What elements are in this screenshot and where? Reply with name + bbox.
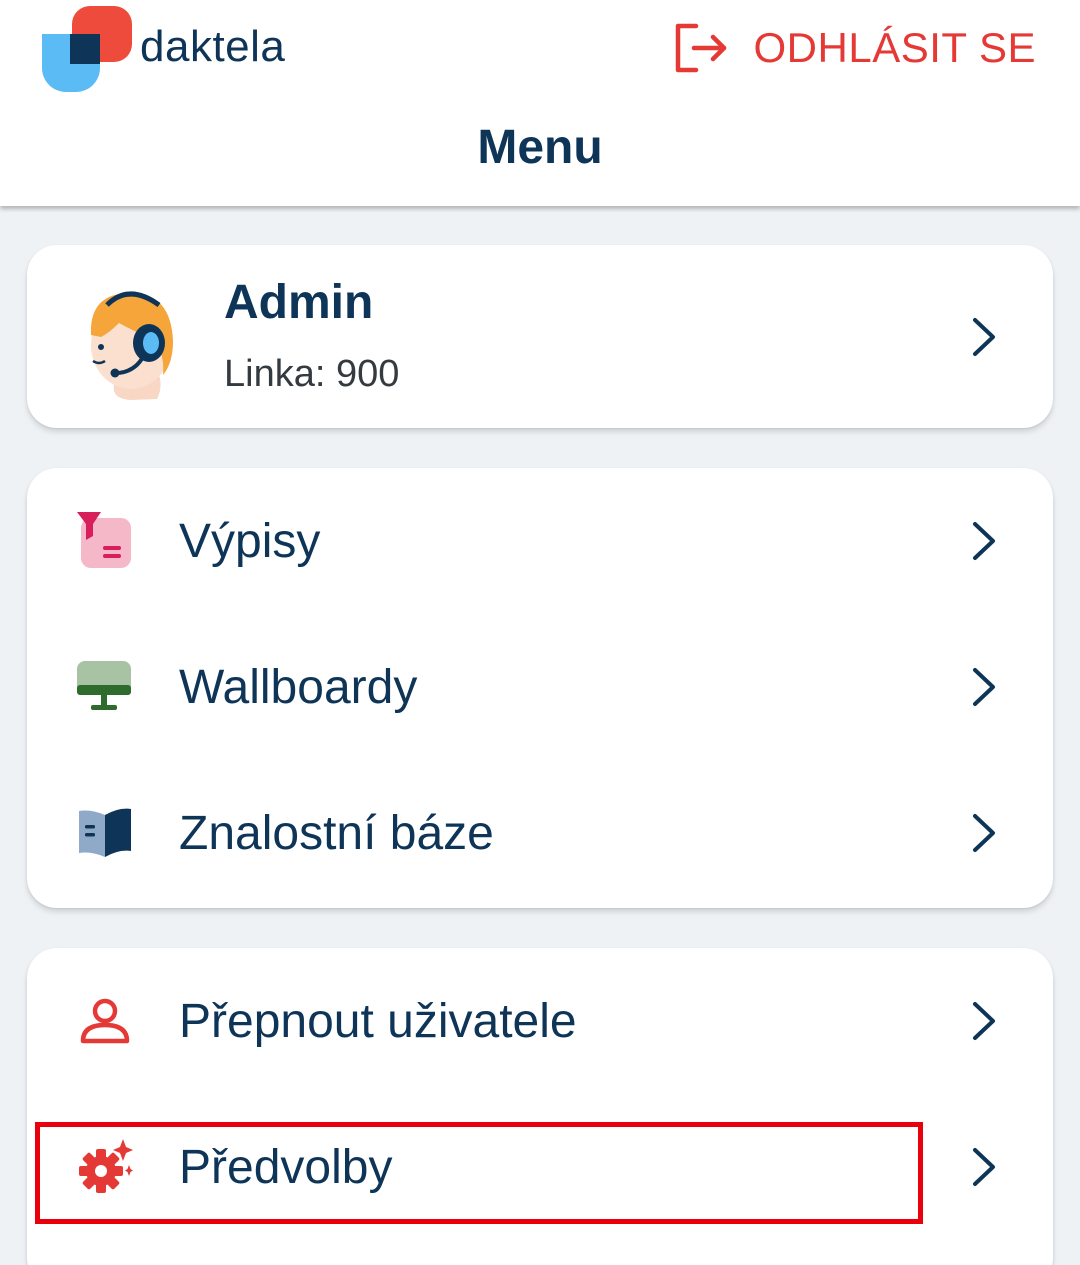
chevron-right-icon	[973, 814, 995, 852]
menu-group-settings: Přepnout uživatele Předvolby	[27, 948, 1053, 1265]
brand-name: daktela	[140, 22, 286, 71]
menu-item-vypisy[interactable]: Výpisy	[27, 468, 1053, 614]
logout-button[interactable]: ODHLÁSIT SE	[674, 18, 1036, 78]
monitor-icon	[77, 661, 131, 710]
agent-headset-avatar	[90, 291, 173, 400]
filter-list-icon	[77, 512, 131, 568]
page-title: Menu	[477, 121, 603, 174]
logout-icon	[675, 23, 726, 73]
menu-item-predvolby[interactable]: Předvolby	[27, 1094, 1053, 1240]
profile-card[interactable]: Admin Linka: 900	[27, 245, 1053, 428]
menu-item-wallboardy[interactable]: Wallboardy	[27, 614, 1053, 760]
menu-item-prepnout-uzivatele[interactable]: Přepnout uživatele	[27, 948, 1053, 1094]
menu-item-znalostni-baze[interactable]: Znalostní báze	[27, 760, 1053, 906]
chevron-right-icon	[973, 1002, 995, 1040]
menu-item-label: Wallboardy	[179, 661, 418, 714]
book-icon	[79, 808, 131, 857]
app-header: daktela ODHLÁSIT SE Menu	[0, 0, 1080, 206]
user-name: Admin	[224, 276, 374, 329]
user-icon	[80, 998, 130, 1044]
chevron-right-icon	[973, 522, 995, 560]
logout-label: ODHLÁSIT SE	[753, 24, 1036, 71]
chevron-right-icon	[973, 1148, 995, 1186]
chevron-right-icon	[973, 668, 995, 706]
menu-item-label: Výpisy	[179, 515, 321, 568]
gear-sparkle-icon	[79, 1139, 133, 1193]
menu-group-tools: Výpisy Wallboardy Znalostní báze	[27, 468, 1053, 908]
chevron-right-icon	[973, 318, 995, 356]
menu-item-label: Přepnout uživatele	[179, 995, 577, 1048]
user-line: Linka: 900	[224, 353, 400, 395]
menu-item-label: Znalostní báze	[179, 807, 494, 860]
daktela-logo	[42, 6, 132, 92]
menu-item-label: Předvolby	[179, 1141, 393, 1194]
